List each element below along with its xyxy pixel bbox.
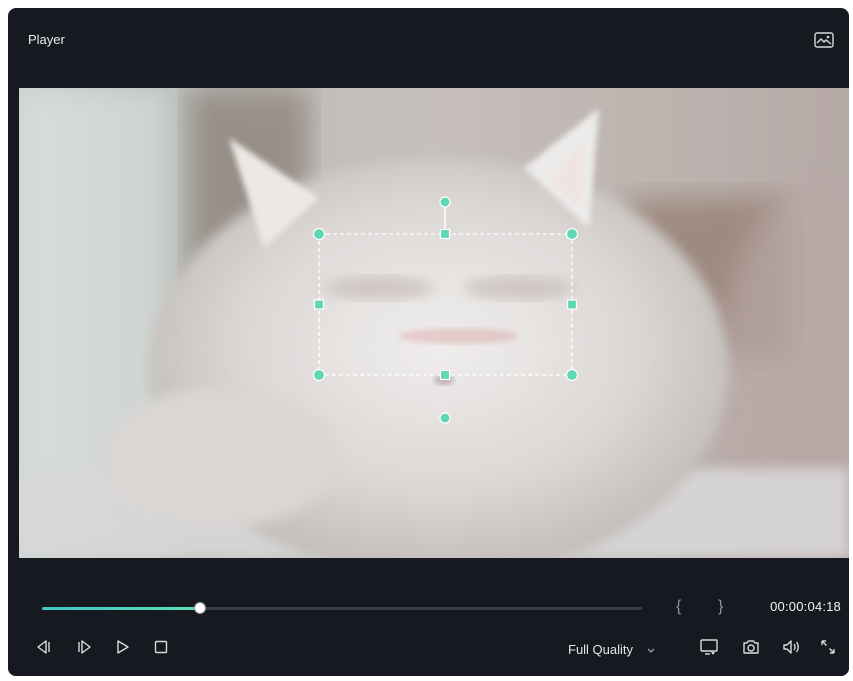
playback-controls: { } 00:00:04:18 Full Quality xyxy=(8,558,849,676)
resize-handle-bottom-right xyxy=(565,368,579,382)
quality-value: Full Quality xyxy=(568,641,634,657)
mark-in-button[interactable]: { xyxy=(676,598,681,616)
progress-bar[interactable] xyxy=(42,602,642,614)
camera-icon[interactable] xyxy=(740,636,762,658)
player-panel: Player {} 00:00:04:18 Full Quality xyxy=(8,8,849,676)
step-forward-icon[interactable] xyxy=(74,636,96,658)
resize-handle-top-right xyxy=(565,227,579,241)
panel-title: Player xyxy=(28,32,65,47)
mark-out-button[interactable]: } xyxy=(718,598,723,616)
player-header: Player xyxy=(8,8,849,88)
volume-icon[interactable] xyxy=(780,636,802,658)
rotate-handle-bottom xyxy=(439,412,451,424)
play-icon[interactable] xyxy=(112,636,134,658)
resize-handle-top xyxy=(439,228,451,240)
resize-handle-top-left xyxy=(312,227,326,241)
quality-select[interactable]: Full Quality xyxy=(568,640,657,658)
rotate-handle-top xyxy=(439,196,451,208)
monitor-icon[interactable] xyxy=(698,636,720,658)
timecode-display: 00:00:04:18 xyxy=(770,599,841,614)
step-back-icon[interactable] xyxy=(32,636,54,658)
expand-icon[interactable] xyxy=(817,636,839,658)
playhead-handle[interactable] xyxy=(193,602,206,614)
video-preview[interactable] xyxy=(19,88,849,558)
resize-handle-bottom-left xyxy=(312,368,326,382)
progress-fill xyxy=(42,607,200,610)
stop-icon[interactable] xyxy=(150,636,172,658)
resize-handle-right xyxy=(566,299,578,310)
image-icon[interactable] xyxy=(813,30,835,50)
resize-handle-bottom xyxy=(439,369,451,381)
resize-handle-left xyxy=(313,299,325,310)
chevron-down-icon xyxy=(645,643,657,655)
mosaic-selection-box[interactable] xyxy=(19,88,849,558)
